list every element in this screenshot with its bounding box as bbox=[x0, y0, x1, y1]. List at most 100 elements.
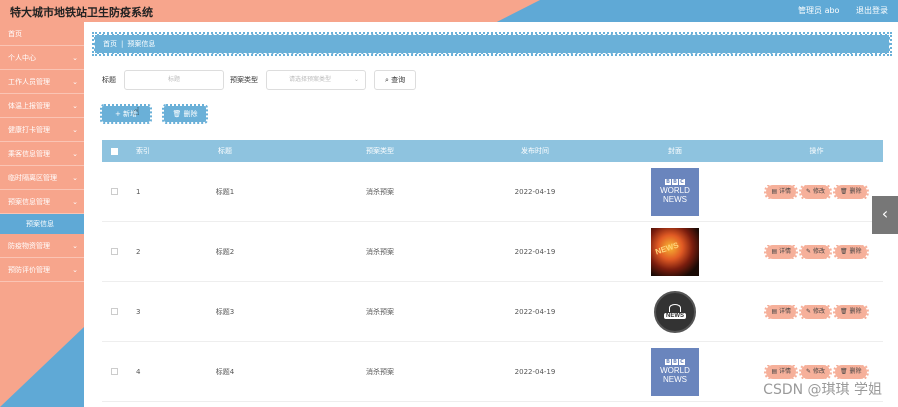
chevron-down-icon: ⌄ bbox=[72, 126, 78, 134]
chevron-down-icon: ⌄ bbox=[72, 150, 78, 158]
delete-button-label: 删除 bbox=[849, 187, 862, 195]
search-icon: ⌕ bbox=[385, 76, 389, 84]
type-select-placeholder: 请选择预案类型 bbox=[289, 76, 332, 83]
sidebar-decoration bbox=[0, 327, 84, 407]
batch-delete-button[interactable]: 🗑 删除 bbox=[162, 104, 208, 124]
sidebar-item[interactable]: 临时隔离区管理 ⌄ bbox=[0, 166, 84, 190]
breadcrumb-current: 预案信息 bbox=[127, 40, 156, 48]
query-button[interactable]: ⌕ 查询 bbox=[374, 70, 417, 90]
app-title: 特大城市地铁站卫生防疫系统 bbox=[10, 6, 153, 19]
sidebar-item[interactable]: 预防评价管理 ⌄ bbox=[0, 258, 84, 282]
bbc-text-news: NEWS bbox=[663, 374, 687, 384]
title-search-input[interactable]: 标题 bbox=[124, 70, 224, 90]
sidebar-item-label: 健康打卡管理 bbox=[8, 126, 50, 134]
detail-button[interactable]: ▤ 详情 bbox=[764, 364, 799, 379]
logout-link[interactable]: 退出登录 bbox=[856, 6, 888, 15]
row-checkbox[interactable] bbox=[110, 368, 118, 375]
pencil-icon: ✎ bbox=[806, 247, 813, 255]
sidebar-menu-after: 防疫物资管理 ⌄ 预防评价管理 ⌄ bbox=[0, 234, 84, 282]
breadcrumb: 首页 | 预案信息 bbox=[92, 32, 892, 56]
user-label[interactable]: 管理员 abo bbox=[798, 6, 839, 15]
delete-button-label: 删除 bbox=[849, 247, 862, 255]
sidebar-item[interactable]: 个人中心 ⌄ bbox=[0, 46, 84, 70]
bbc-logo: BBC bbox=[665, 359, 685, 366]
title-filter-label: 标题 bbox=[102, 76, 116, 84]
row-checkbox[interactable] bbox=[110, 248, 118, 255]
sidebar-menu: 首页 个人中心 ⌄ 工作人员管理 ⌄ 体温上报管理 ⌄ 健康打卡管理 ⌄ 乘客信息管理 ⌄ 临时隔离区… bbox=[0, 22, 84, 214]
select-all-checkbox[interactable] bbox=[110, 147, 118, 155]
edit-button-label: 修改 bbox=[812, 367, 825, 375]
collapse-panel-button[interactable]: ‹ bbox=[872, 196, 898, 234]
breadcrumb-home[interactable]: 首页 bbox=[103, 40, 117, 48]
row-index: 1 bbox=[136, 187, 141, 196]
detail-button[interactable]: ▤ 详情 bbox=[764, 184, 799, 199]
table-row: 1 标题1 消杀预案 2022-04-19 B B C WORLD NEWS ▤ 详情 ✎ 修改 🗑 … bbox=[102, 162, 883, 222]
delete-button[interactable]: 🗑 删除 bbox=[833, 184, 869, 199]
main-content: 首页 | 预案信息 标题 标题 预案类型 请选择预案类型 ⌄ ⌕ 查询 + 新增 🗑… bbox=[84, 22, 898, 407]
chevron-down-icon: ⌄ bbox=[72, 266, 78, 274]
chevron-down-icon: ⌄ bbox=[72, 78, 78, 86]
delete-button[interactable]: 🗑 删除 bbox=[833, 304, 869, 319]
bbc-logo-letter: B bbox=[672, 179, 678, 186]
pencil-icon: ✎ bbox=[806, 367, 813, 375]
pencil-icon: ✎ bbox=[806, 307, 813, 315]
row-title: 标题2 bbox=[215, 247, 235, 256]
news-badge-text: NEWS bbox=[664, 313, 686, 319]
row-actions: ▤ 详情 ✎ 修改 🗑 删除 bbox=[750, 364, 883, 379]
type-select[interactable]: 请选择预案类型 ⌄ bbox=[266, 70, 366, 90]
sidebar-item[interactable]: 防疫物资管理 ⌄ bbox=[0, 234, 84, 258]
row-type: 消杀预案 bbox=[366, 247, 394, 256]
sidebar-item[interactable]: 乘客信息管理 ⌄ bbox=[0, 142, 84, 166]
header-index: 索引 bbox=[136, 147, 150, 155]
chevron-down-icon: ⌄ bbox=[72, 174, 78, 182]
bbc-logo: BBC bbox=[665, 179, 685, 186]
top-header: 特大城市地铁站卫生防疫系统 管理员 abo 退出登录 bbox=[0, 0, 898, 22]
trash-icon: 🗑 bbox=[840, 247, 850, 255]
detail-button[interactable]: ▤ 详情 bbox=[764, 304, 799, 319]
table-header: 索引 标题 预案类型 发布时间 封面 操作 bbox=[102, 140, 883, 162]
sidebar-item[interactable]: 健康打卡管理 ⌄ bbox=[0, 118, 84, 142]
sidebar-item-label: 体温上报管理 bbox=[8, 102, 50, 110]
select-all-cell bbox=[102, 140, 126, 162]
query-button-label: 查询 bbox=[391, 76, 406, 84]
bbc-logo-letter: C bbox=[679, 179, 685, 186]
row-type: 消杀预案 bbox=[366, 187, 394, 196]
header-title: 标题 bbox=[218, 147, 232, 155]
delete-button[interactable]: 🗑 删除 bbox=[833, 364, 869, 379]
sidebar-item-label: 防疫物资管理 bbox=[8, 242, 50, 250]
row-title: 标题4 bbox=[215, 367, 235, 376]
chevron-down-icon: ⌄ bbox=[72, 242, 78, 250]
sidebar-item[interactable]: 首页 bbox=[0, 22, 84, 46]
sidebar-item-label: 首页 bbox=[8, 30, 22, 38]
sidebar-item[interactable]: 预案信息管理 ⌄ bbox=[0, 190, 84, 214]
pencil-icon: ✎ bbox=[806, 187, 813, 195]
edit-button[interactable]: ✎ 修改 bbox=[799, 184, 832, 199]
sidebar-subitem-plan-info[interactable]: 预案信息 bbox=[0, 214, 84, 234]
sidebar-item[interactable]: 体温上报管理 ⌄ bbox=[0, 94, 84, 118]
trash-icon: 🗑 bbox=[840, 367, 850, 375]
sidebar-item-label: 临时隔离区管理 bbox=[8, 174, 57, 182]
trash-icon: 🗑 bbox=[840, 307, 850, 315]
row-checkbox[interactable] bbox=[110, 308, 118, 315]
news-badge: NEWS bbox=[654, 290, 696, 333]
delete-button[interactable]: 🗑 删除 bbox=[833, 244, 869, 259]
edit-button[interactable]: ✎ 修改 bbox=[799, 244, 832, 259]
edit-button[interactable]: ✎ 修改 bbox=[799, 304, 832, 319]
cover-thumbnail: B B C WORLD NEWS bbox=[651, 167, 699, 216]
bbc-logo-letter: B bbox=[665, 179, 671, 186]
detail-button-label: 详情 bbox=[779, 307, 792, 315]
detail-button[interactable]: ▤ 详情 bbox=[764, 244, 799, 259]
row-checkbox-cell bbox=[102, 308, 126, 316]
row-cover-cell: NEWS bbox=[600, 288, 750, 336]
add-button[interactable]: + 新增 bbox=[100, 104, 152, 124]
row-index: 2 bbox=[136, 247, 141, 256]
globe-icon bbox=[669, 304, 681, 312]
header-type: 预案类型 bbox=[366, 147, 394, 155]
row-checkbox[interactable] bbox=[110, 188, 118, 195]
row-checkbox-cell bbox=[102, 248, 126, 256]
cover-thumbnail: NEWS bbox=[651, 288, 699, 336]
header-ops: 操作 bbox=[809, 147, 824, 155]
sidebar-item[interactable]: 工作人员管理 ⌄ bbox=[0, 70, 84, 94]
row-actions: ▤ 详情 ✎ 修改 🗑 删除 bbox=[750, 184, 883, 199]
edit-button[interactable]: ✎ 修改 bbox=[799, 364, 832, 379]
